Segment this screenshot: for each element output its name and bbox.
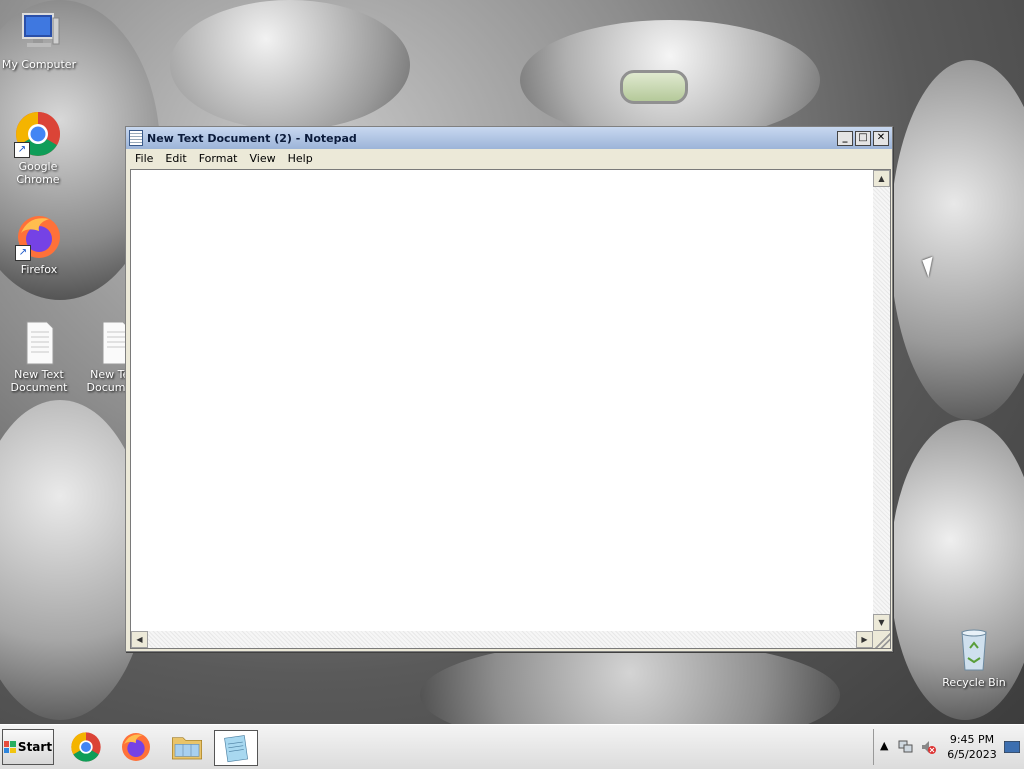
notepad-window[interactable]: New Text Document (2) - Notepad _ □ ✕ Fi…: [125, 126, 893, 652]
desktop-icon-recycle-bin[interactable]: Recycle Bin: [936, 626, 1012, 689]
window-title: New Text Document (2) - Notepad: [147, 131, 357, 145]
shortcut-arrow-icon: ↗: [14, 142, 30, 158]
clock[interactable]: 9:45 PM 6/5/2023: [942, 732, 1002, 762]
horizontal-scrollbar[interactable]: ◀ ▶: [131, 631, 873, 648]
maximize-button[interactable]: □: [855, 130, 871, 146]
system-tray: ▲ 9:45 PM 6/5/2023: [873, 729, 1024, 765]
desktop-icon-label: New Text Document: [10, 368, 68, 394]
taskbar-chrome[interactable]: [65, 730, 107, 764]
menu-help[interactable]: Help: [282, 152, 319, 165]
desktop-icon-google-chrome[interactable]: ↗ Google Chrome: [0, 110, 76, 186]
window-titlebar[interactable]: New Text Document (2) - Notepad _ □ ✕: [126, 127, 892, 149]
scroll-left-button[interactable]: ◀: [131, 631, 148, 648]
desktop-icon-label: My Computer: [1, 58, 77, 71]
wallpaper-shape: [170, 0, 410, 130]
notepad-icon: [129, 130, 143, 146]
taskbar-firefox[interactable]: [115, 730, 157, 764]
recycle-bin-icon: [950, 626, 998, 674]
firefox-icon: ↗: [15, 213, 63, 261]
desktop-icon-label: Google Chrome: [16, 160, 60, 186]
chrome-icon: [71, 732, 101, 762]
show-desktop-icon[interactable]: [1004, 741, 1020, 753]
clock-time: 9:45 PM: [949, 733, 995, 746]
shortcut-arrow-icon: ↗: [15, 245, 31, 261]
menu-bar: File Edit Format View Help: [126, 149, 892, 167]
desktop-icon-new-text-document[interactable]: New Text Document: [1, 318, 77, 394]
taskbar-notepad[interactable]: [214, 730, 258, 766]
firefox-icon: [122, 733, 150, 761]
start-label: Start: [17, 740, 53, 754]
text-editor[interactable]: [131, 170, 873, 631]
notepad-icon: [224, 735, 248, 763]
volume-muted-icon[interactable]: [920, 739, 936, 755]
clock-date: 6/5/2023: [947, 748, 997, 761]
taskbar-file-explorer[interactable]: [166, 730, 208, 764]
windows-logo-icon: [3, 741, 16, 753]
show-hidden-icons-chevron-icon[interactable]: ▲: [880, 739, 888, 752]
computer-icon: [15, 8, 63, 56]
scroll-up-button[interactable]: ▲: [873, 170, 890, 187]
text-file-icon: [15, 318, 63, 366]
wallpaper-shape: [620, 70, 688, 104]
network-icon[interactable]: [898, 739, 914, 755]
desktop-icon-label: Firefox: [20, 263, 58, 276]
scroll-down-button[interactable]: ▼: [873, 614, 890, 631]
vertical-scrollbar[interactable]: ▲ ▼: [873, 170, 890, 631]
desktop-icon-my-computer[interactable]: My Computer: [1, 8, 77, 71]
taskbar: Start ▲ 9:45 PM 6/5/2023: [0, 724, 1024, 769]
menu-view[interactable]: View: [244, 152, 282, 165]
menu-file[interactable]: File: [129, 152, 159, 165]
edit-area: ▲ ▼ ◀ ▶: [130, 169, 891, 649]
menu-format[interactable]: Format: [193, 152, 244, 165]
start-button[interactable]: Start: [2, 729, 54, 765]
file-explorer-icon: [172, 737, 202, 760]
minimize-button[interactable]: _: [837, 130, 853, 146]
menu-edit[interactable]: Edit: [159, 152, 192, 165]
mouse-cursor-icon: [922, 256, 939, 278]
scroll-right-button[interactable]: ▶: [856, 631, 873, 648]
chrome-icon: ↗: [14, 110, 62, 158]
close-button[interactable]: ✕: [873, 130, 889, 146]
desktop-icon-firefox[interactable]: ↗ Firefox: [1, 213, 77, 276]
desktop-icon-label: Recycle Bin: [942, 676, 1006, 689]
resize-grip[interactable]: [873, 631, 890, 648]
wallpaper-shape: [890, 60, 1024, 420]
